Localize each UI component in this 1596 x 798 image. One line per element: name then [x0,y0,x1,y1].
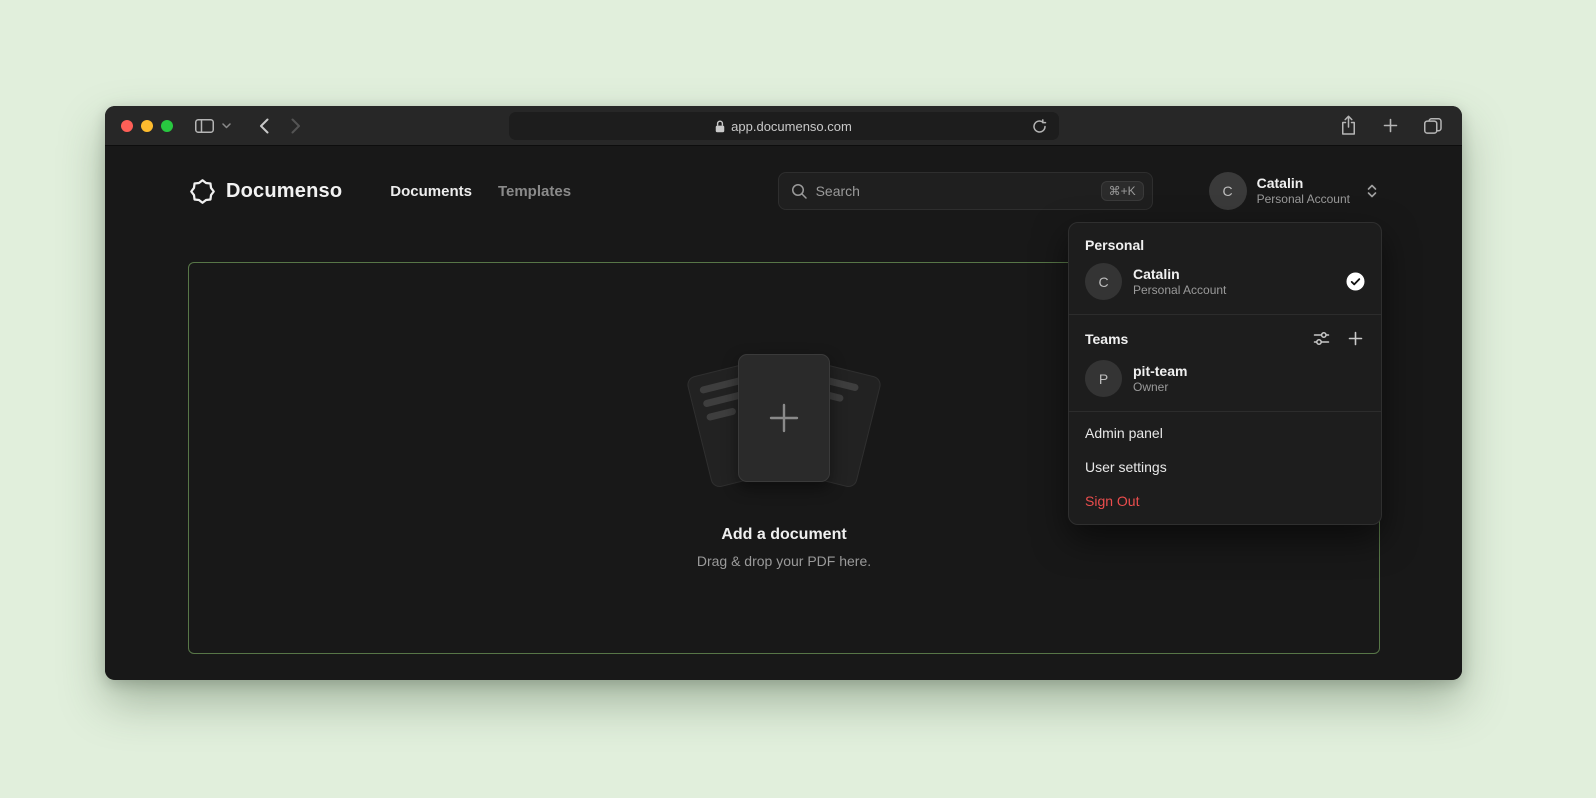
search-icon [791,183,808,200]
app-header: Documenso Documents Templates ⌘+K C Cata… [105,146,1462,210]
address-bar[interactable]: app.documenso.com [509,112,1059,140]
personal-section-label: Personal [1069,223,1381,263]
nav-documents[interactable]: Documents [390,183,472,200]
personal-account-name: Catalin [1133,265,1226,283]
avatar: C [1085,263,1122,300]
nav-templates[interactable]: Templates [498,183,571,200]
back-button[interactable] [255,114,273,138]
search-box[interactable]: ⌘+K [778,172,1153,210]
zoom-window-button[interactable] [161,120,173,132]
sidebar-toggle-icon[interactable] [191,115,218,137]
account-menu-trigger[interactable]: C Catalin Personal Account [1209,172,1378,210]
menu-item-admin-panel[interactable]: Admin panel [1069,412,1381,450]
plus-icon [767,401,801,435]
account-subtitle: Personal Account [1257,192,1350,207]
sidebar-chevron-down-icon[interactable] [218,119,235,133]
traffic-lights [121,120,173,132]
create-team-plus-icon[interactable] [1346,329,1365,348]
primary-nav: Documents Templates [390,183,571,200]
team-role: Owner [1133,380,1187,396]
tab-overview-icon[interactable] [1420,114,1446,138]
close-window-button[interactable] [121,120,133,132]
forward-button[interactable] [287,114,305,138]
search-input[interactable] [816,183,1093,199]
browser-window: app.documenso.com Documenso [105,106,1462,680]
new-tab-icon[interactable] [1379,114,1402,137]
menu-item-sign-out[interactable]: Sign Out [1069,484,1381,524]
personal-account-item[interactable]: C Catalin Personal Account [1069,263,1381,314]
minimize-window-button[interactable] [141,120,153,132]
personal-account-subtitle: Personal Account [1133,283,1226,299]
teams-section-label: Teams [1085,331,1128,347]
chevron-up-down-icon [1366,183,1378,199]
teams-section-header: Teams [1069,315,1381,360]
manage-teams-icon[interactable] [1311,328,1332,349]
team-item[interactable]: P pit-team Owner [1069,360,1381,411]
avatar: C [1209,172,1247,210]
documenso-logo-icon [189,178,216,205]
account-dropdown-menu: Personal C Catalin Personal Account Team… [1068,222,1382,525]
check-circle-icon [1346,272,1365,291]
brand-name: Documenso [226,180,342,203]
team-avatar: P [1085,360,1122,397]
browser-toolbar: app.documenso.com [105,106,1462,146]
share-icon[interactable] [1336,111,1361,140]
reload-icon[interactable] [1028,115,1051,138]
search-shortcut-badge: ⌘+K [1101,181,1144,201]
dropzone-title: Add a document [721,526,846,544]
account-name: Catalin [1257,175,1350,193]
brand[interactable]: Documenso [189,178,342,205]
documents-illustration [674,348,894,496]
team-name: pit-team [1133,362,1187,380]
illustration-card-center [738,354,830,482]
lock-icon [715,120,725,133]
url-text: app.documenso.com [731,119,852,134]
menu-item-user-settings[interactable]: User settings [1069,450,1381,484]
dropzone-subtitle: Drag & drop your PDF here. [697,553,871,569]
